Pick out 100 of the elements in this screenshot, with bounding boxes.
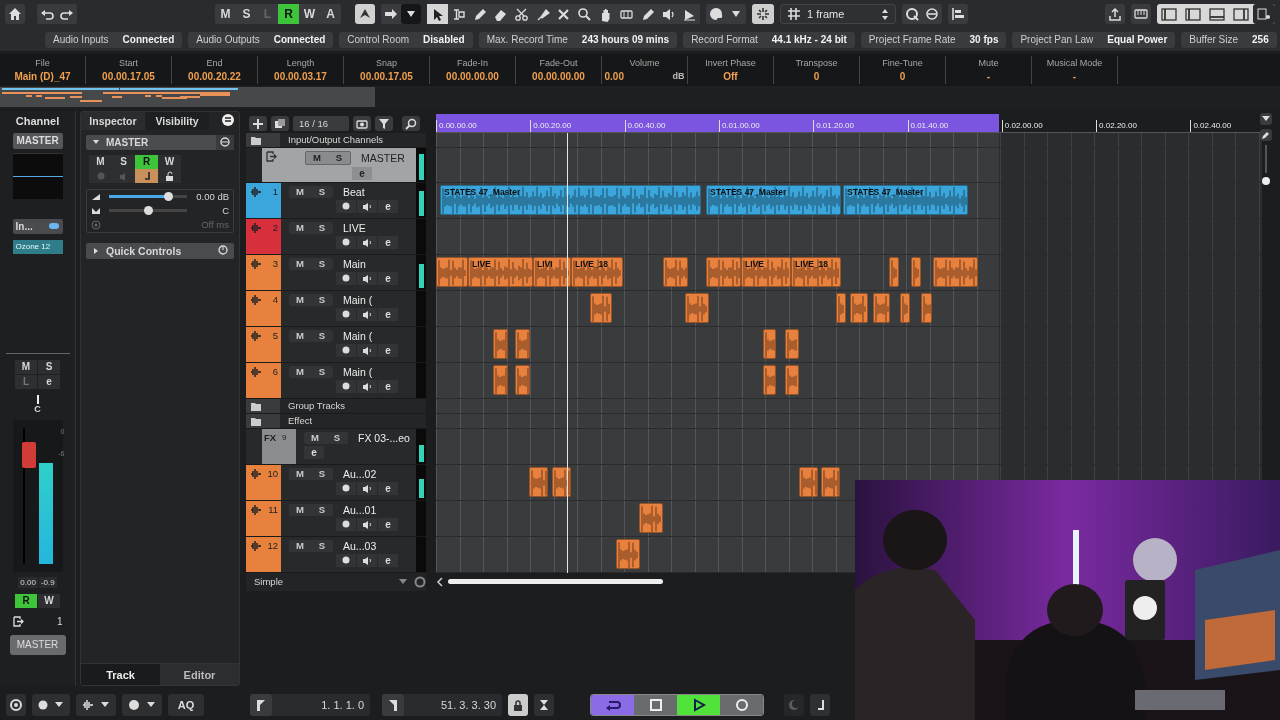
section-header[interactable]: MASTER	[86, 134, 234, 150]
edit-button[interactable]: e	[352, 166, 372, 180]
write-button[interactable]: W	[38, 593, 60, 608]
field-value[interactable]: 0.00	[604, 70, 624, 82]
automation-mode-button[interactable]: R	[278, 4, 299, 25]
solo-button[interactable]: S	[328, 151, 350, 164]
field-value[interactable]: 00.00.20.22	[188, 70, 241, 82]
solo-button[interactable]: S	[311, 467, 333, 480]
field-value[interactable]: 00.00.03.17	[274, 70, 327, 82]
read-button[interactable]: R	[15, 593, 37, 608]
mute-button[interactable]: M	[289, 257, 311, 270]
status-item[interactable]: Project Frame Rate 30 fps	[860, 31, 1007, 48]
solo-button[interactable]: S	[311, 185, 333, 198]
track-header[interactable]: 1 M S Beat e	[246, 182, 426, 219]
auto-quantize-button[interactable]: AQ	[168, 694, 204, 717]
folder-track[interactable]: Input/Output Channels	[246, 132, 426, 148]
track-header[interactable]: 6 M S Main ( e	[246, 362, 426, 399]
field-value[interactable]: -	[986, 70, 991, 82]
edit-button[interactable]: e	[378, 307, 398, 321]
mute-button[interactable]: M	[289, 539, 311, 552]
mute-button[interactable]: M	[289, 503, 311, 516]
track-header[interactable]: 2 M S LIVE e	[246, 218, 426, 255]
solo-button[interactable]: S	[311, 257, 333, 270]
edit-button[interactable]: e	[378, 235, 398, 249]
edit-button[interactable]: e	[378, 553, 398, 567]
track-header[interactable]: 3 M S Main e	[246, 254, 426, 291]
mute-button[interactable]: M	[289, 293, 311, 306]
audio-clip[interactable]: LIVE	[741, 256, 791, 287]
solo-button[interactable]: S	[38, 359, 60, 374]
solo-button[interactable]: S	[311, 221, 333, 234]
edit-button[interactable]: e	[378, 517, 398, 531]
panel-tab[interactable]: Track	[81, 664, 160, 686]
field-value[interactable]: 0	[899, 70, 906, 82]
track-header[interactable]: 10 M S Au...02 e	[246, 464, 426, 501]
field-value[interactable]: Main (D)_47	[14, 70, 71, 82]
track-header[interactable]: 11 M S Au...01 e	[246, 500, 426, 537]
plugin-slot[interactable]: Ozone 12	[12, 239, 63, 254]
mute-button[interactable]: M	[304, 431, 326, 444]
status-item[interactable]: Record Format 44.1 kHz - 24 bit	[683, 31, 855, 48]
solo-button[interactable]: S	[311, 503, 333, 516]
audio-clip[interactable]: LIVI	[533, 256, 571, 287]
field-label: Fine-Tune	[882, 57, 923, 68]
track-header[interactable]: 5 M S Main ( e	[246, 326, 426, 363]
solo-button[interactable]: S	[311, 365, 333, 378]
channel-name-button[interactable]: MASTER	[12, 132, 63, 149]
status-item[interactable]: Audio Outputs Connected	[188, 31, 334, 48]
field-value[interactable]: 00.00.00.00	[532, 70, 585, 82]
solo-button[interactable]: S	[326, 431, 348, 444]
field-value[interactable]: Off	[723, 70, 738, 82]
audio-clip[interactable]: LIVE_18	[571, 256, 623, 287]
solo-button[interactable]: S	[311, 539, 333, 552]
timeline-ruler[interactable]: 0.00.00.00 0.00.20.00 0.00.40.00 0.01.00.00 0.01.20.00 0.01.40.00 0.02.00.00 0.02.20.00 0.02.40.00	[436, 112, 1262, 133]
status-item[interactable]: Max. Record Time 243 hours 09 mins	[478, 31, 678, 48]
edit-button[interactable]: e	[378, 343, 398, 357]
field-value[interactable]: 0	[813, 70, 820, 82]
solo-button[interactable]: S	[311, 293, 333, 306]
mute-button[interactable]: M	[15, 359, 37, 374]
solo-button[interactable]: S	[112, 154, 135, 169]
audio-clip[interactable]: STATES 47_Master	[706, 184, 841, 215]
panel-tab[interactable]: Editor	[160, 664, 239, 686]
clip-label: LIVE	[745, 258, 764, 269]
field-value[interactable]: 00.00.00.00	[446, 70, 499, 82]
audio-clip[interactable]: LIVE_18	[791, 256, 841, 287]
mute-button[interactable]: M	[289, 329, 311, 342]
status-item[interactable]: Project Pan Law Equal Power	[1012, 31, 1176, 48]
solo-button[interactable]: S	[311, 329, 333, 342]
panel-tab[interactable]: Inspector	[81, 111, 145, 130]
track-header[interactable]: M S MASTER e	[246, 147, 426, 183]
mute-button[interactable]: M	[289, 185, 311, 198]
edit-button[interactable]: e	[378, 199, 398, 213]
snap-dropdown[interactable]: 1 frame	[780, 4, 896, 25]
mute-button[interactable]: M	[289, 467, 311, 480]
pan-control[interactable]: C	[34, 394, 41, 414]
read-button[interactable]: R	[135, 154, 158, 169]
edit-button[interactable]: e	[304, 445, 324, 459]
status-item[interactable]: Audio Inputs Connected	[45, 31, 183, 48]
audio-clip[interactable]: STATES 47_Master	[843, 184, 968, 215]
section-header[interactable]: Quick Controls	[86, 242, 234, 259]
field-value[interactable]: 00.00.17.05	[360, 70, 413, 82]
edit-button[interactable]: e	[378, 379, 398, 393]
edit-button[interactable]: e	[378, 481, 398, 495]
field-value[interactable]: 00.00.17.05	[102, 70, 155, 82]
track-header[interactable]: 12 M S Au...03 e	[246, 536, 426, 573]
edit-button[interactable]: e	[378, 271, 398, 285]
status-item[interactable]: Buffer Size 256	[1181, 31, 1277, 48]
mute-button[interactable]: M	[289, 221, 311, 234]
channel-name-button[interactable]: MASTER	[9, 634, 66, 655]
mute-button[interactable]: M	[89, 154, 112, 169]
inserts-button[interactable]: In...	[12, 218, 63, 234]
audio-clip[interactable]: STATES 47_Master	[440, 184, 701, 215]
mute-button[interactable]: M	[306, 151, 328, 164]
field-value[interactable]: -	[1072, 70, 1077, 82]
status-item[interactable]: Control Room Disabled	[339, 31, 473, 48]
audio-clip[interactable]: LIVE	[468, 256, 533, 287]
panel-tab[interactable]: Visibility	[145, 111, 209, 130]
edit-button[interactable]: e	[38, 374, 60, 389]
track-header[interactable]: FX 9 M S FX 03-...eo e	[246, 428, 426, 465]
track-header[interactable]: 4 M S Main ( e	[246, 290, 426, 327]
write-button[interactable]: W	[158, 154, 181, 169]
mute-button[interactable]: M	[289, 365, 311, 378]
